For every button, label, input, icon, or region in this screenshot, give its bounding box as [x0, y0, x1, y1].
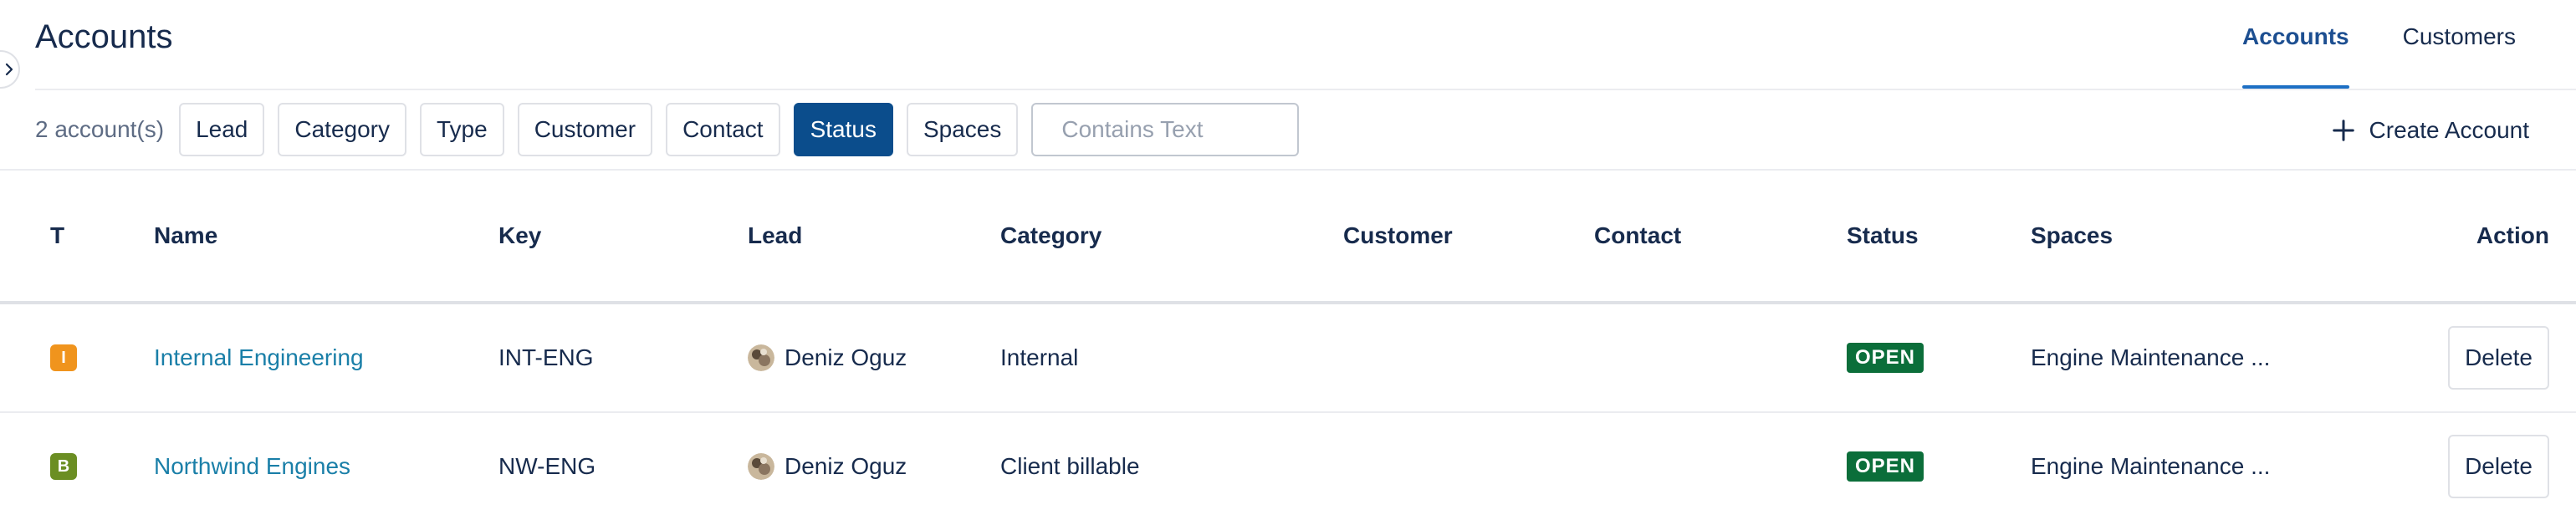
column-header-name[interactable]: Name	[154, 222, 217, 249]
filter-chip-customer[interactable]: Customer	[517, 103, 653, 156]
tab-customers[interactable]: Customers	[2403, 0, 2516, 89]
status-badge: OPEN	[1847, 343, 1924, 373]
column-header-status[interactable]: Status	[1847, 222, 1919, 249]
tab-accounts[interactable]: Accounts	[2242, 0, 2349, 89]
account-lead: Deniz Oguz	[748, 344, 907, 371]
table-header: T Name Key Lead Category Customer Contac…	[0, 171, 2576, 304]
avatar-icon	[748, 344, 774, 371]
delete-button[interactable]: Delete	[2448, 435, 2549, 498]
filter-chip-contact[interactable]: Contact	[666, 103, 780, 156]
sidebar-expand-toggle[interactable]	[0, 50, 20, 89]
filter-chip-type[interactable]: Type	[420, 103, 504, 156]
column-header-lead[interactable]: Lead	[748, 222, 802, 249]
filter-chip-spaces[interactable]: Spaces	[906, 103, 1019, 156]
account-key: INT-ENG	[498, 344, 594, 370]
account-name-link[interactable]: Northwind Engines	[154, 453, 350, 480]
search-input[interactable]	[1031, 103, 1300, 156]
account-category: Internal	[1000, 344, 1079, 370]
type-badge: B	[50, 453, 77, 480]
page-title: Accounts	[35, 18, 173, 55]
header-divider	[35, 89, 2576, 90]
filter-chip-status[interactable]: Status	[793, 103, 893, 156]
avatar-icon	[748, 453, 774, 480]
filter-bar: 2 account(s) Lead Category Type Customer…	[35, 102, 1300, 157]
accounts-table: T Name Key Lead Category Customer Contac…	[0, 171, 2576, 515]
account-spaces: Engine Maintenance ...	[2031, 453, 2271, 479]
top-tabs: Accounts Customers	[2242, 0, 2516, 89]
filter-chip-lead[interactable]: Lead	[179, 103, 265, 156]
status-badge: OPEN	[1847, 451, 1924, 482]
chevron-right-icon	[5, 63, 13, 76]
column-header-spaces[interactable]: Spaces	[2031, 222, 2113, 249]
column-header-contact[interactable]: Contact	[1594, 222, 1681, 249]
type-badge: I	[50, 344, 77, 371]
account-spaces: Engine Maintenance ...	[2031, 344, 2271, 370]
create-account-button[interactable]: Create Account	[2331, 104, 2529, 157]
table-row: B Northwind Engines NW-ENG Deniz Oguz Cl…	[0, 413, 2576, 515]
column-header-category[interactable]: Category	[1000, 222, 1101, 249]
account-count: 2 account(s)	[35, 116, 165, 142]
table-row: I Internal Engineering INT-ENG Deniz Ogu…	[0, 304, 2576, 413]
account-name-link[interactable]: Internal Engineering	[154, 344, 364, 371]
column-header-customer[interactable]: Customer	[1343, 222, 1453, 249]
delete-button[interactable]: Delete	[2448, 326, 2549, 390]
column-header-action: Action	[2476, 222, 2549, 248]
account-lead: Deniz Oguz	[748, 453, 907, 480]
column-header-key[interactable]: Key	[498, 222, 541, 249]
account-category: Client billable	[1000, 453, 1140, 479]
filter-chip-category[interactable]: Category	[278, 103, 406, 156]
create-account-label: Create Account	[2369, 117, 2529, 143]
column-header-type[interactable]: T	[50, 222, 64, 249]
plus-icon	[2332, 120, 2354, 141]
lead-name: Deniz Oguz	[785, 453, 907, 479]
lead-name: Deniz Oguz	[785, 344, 907, 370]
account-key: NW-ENG	[498, 453, 596, 479]
